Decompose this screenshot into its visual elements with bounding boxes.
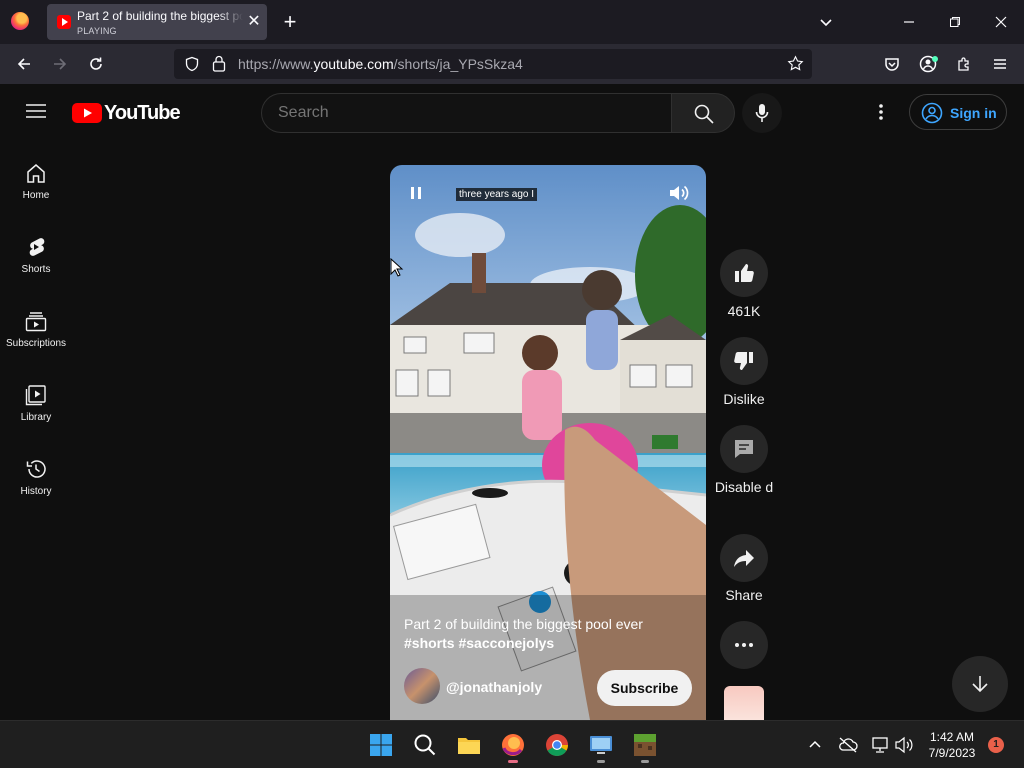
- microphone-icon: [755, 104, 769, 122]
- dislike-button[interactable]: [720, 337, 768, 385]
- network-icon[interactable]: [870, 736, 890, 754]
- channel-name[interactable]: @jonathanjoly: [446, 679, 542, 695]
- forward-icon[interactable]: [44, 48, 76, 80]
- share-label: Share: [725, 587, 763, 603]
- sidebar-item-label: Shorts: [21, 264, 51, 275]
- pocket-icon[interactable]: [876, 48, 908, 80]
- lock-icon[interactable]: [212, 55, 226, 72]
- firefox-icon[interactable]: [500, 732, 526, 763]
- sidebar-item-shorts[interactable]: Shorts: [0, 222, 72, 296]
- tab-title: Part 2 of building the biggest pool ever: [77, 9, 243, 23]
- more-actions-button[interactable]: [720, 621, 768, 669]
- next-video-button[interactable]: [952, 656, 1008, 712]
- firefox-menu-icon[interactable]: [11, 12, 29, 30]
- subscribe-button[interactable]: Subscribe: [597, 670, 692, 706]
- search-input[interactable]: [278, 104, 658, 122]
- sign-in-label: Sign in: [950, 105, 997, 121]
- sidebar-item-home[interactable]: Home: [0, 148, 72, 222]
- app-menu-icon[interactable]: [984, 48, 1016, 80]
- minimize-window-icon[interactable]: [893, 6, 925, 38]
- close-window-icon[interactable]: [985, 6, 1017, 38]
- chrome-icon[interactable]: [544, 732, 570, 758]
- more-horizontal-icon: [735, 643, 753, 647]
- home-icon: [27, 164, 45, 183]
- browser-tab[interactable]: Part 2 of building the biggest pool ever…: [47, 4, 267, 40]
- search-icon: [694, 104, 714, 124]
- tracking-protection-shield-icon[interactable]: [184, 56, 200, 72]
- youtube-header: YouTube Sign in: [0, 84, 1024, 140]
- subscriptions-icon: [25, 312, 47, 332]
- settings-more-icon[interactable]: [878, 103, 884, 121]
- address-bar[interactable]: https://www.youtube.com/shorts/ja_YPsSkz…: [174, 49, 812, 79]
- comment-icon: [735, 440, 753, 458]
- caption-text: three years ago I: [456, 188, 538, 201]
- sidebar-item-label: Subscriptions: [5, 338, 67, 349]
- tab-playing-status: PLAYING: [77, 26, 117, 36]
- dislike-label: Dislike: [723, 391, 765, 407]
- new-tab-icon[interactable]: +: [274, 6, 306, 38]
- youtube-logo[interactable]: YouTube: [72, 102, 181, 124]
- back-icon[interactable]: [8, 48, 40, 80]
- clock-time[interactable]: 1:42 AM: [920, 730, 984, 744]
- shorts-video-player[interactable]: three years ago I Part 2 of building the…: [390, 165, 706, 720]
- url-text[interactable]: https://www.youtube.com/shorts/ja_YPsSkz…: [238, 56, 523, 72]
- windows-taskbar: 1:42 AM 7/9/2023 1: [0, 720, 1024, 768]
- sidebar-item-library[interactable]: Library: [0, 370, 72, 444]
- avatar[interactable]: [404, 668, 440, 704]
- windows-start-icon[interactable]: [368, 732, 394, 758]
- comments-label: Disable d: [714, 479, 774, 495]
- extensions-icon[interactable]: [948, 48, 980, 80]
- account-icon[interactable]: [912, 48, 944, 80]
- clock-date[interactable]: 7/9/2023: [920, 746, 984, 760]
- search-box[interactable]: [261, 93, 671, 133]
- history-icon: [26, 460, 46, 478]
- browser-tab-strip: Part 2 of building the biggest pool ever…: [0, 0, 1024, 44]
- sign-in-button[interactable]: Sign in: [909, 94, 1007, 130]
- bookmark-star-icon[interactable]: [787, 55, 804, 72]
- thumbs-down-icon: [734, 352, 753, 370]
- sidebar-item-label: Library: [20, 412, 52, 423]
- youtube-play-logo-icon: [72, 103, 102, 123]
- shorts-icon: [29, 238, 45, 256]
- restore-window-icon[interactable]: [939, 6, 971, 38]
- voice-search-button[interactable]: [742, 93, 782, 133]
- library-icon: [25, 385, 46, 406]
- reload-icon[interactable]: [80, 48, 112, 80]
- search-icon[interactable]: [412, 732, 438, 758]
- sidebar-item-subscriptions[interactable]: Subscriptions: [0, 296, 72, 370]
- account-circle-icon: [921, 102, 943, 124]
- close-tab-icon[interactable]: ✕: [244, 12, 264, 32]
- speaker-icon[interactable]: [894, 736, 914, 754]
- search-button[interactable]: [671, 93, 735, 133]
- chevron-up-icon[interactable]: [808, 738, 822, 752]
- sidebar-item-label: Home: [22, 190, 50, 201]
- file-explorer-icon[interactable]: [456, 732, 482, 758]
- sidebar-item-history[interactable]: History: [0, 444, 72, 518]
- arrow-down-icon: [972, 676, 988, 693]
- like-button[interactable]: [720, 249, 768, 297]
- youtube-logo-text: YouTube: [104, 102, 181, 124]
- hamburger-menu-icon[interactable]: [26, 103, 46, 119]
- thumbs-up-icon: [735, 264, 754, 282]
- youtube-favicon-icon: [57, 15, 71, 29]
- desktop-app-icon[interactable]: [588, 732, 614, 763]
- volume-icon[interactable]: [668, 183, 690, 203]
- sidebar-item-label: History: [20, 486, 52, 497]
- share-button[interactable]: [720, 534, 768, 582]
- comments-button[interactable]: [720, 425, 768, 473]
- browser-nav-bar: https://www.youtube.com/shorts/ja_YPsSkz…: [0, 44, 1024, 84]
- share-arrow-icon: [734, 550, 754, 567]
- minecraft-icon[interactable]: [632, 732, 658, 763]
- sound-thumbnail[interactable]: [724, 686, 764, 720]
- onedrive-offline-icon[interactable]: [838, 736, 858, 754]
- mouse-cursor-icon: [390, 258, 404, 277]
- video-title[interactable]: Part 2 of building the biggest pool ever: [404, 613, 694, 635]
- video-hashtags[interactable]: #shorts #sacconejolys: [404, 635, 554, 651]
- list-tabs-icon[interactable]: [810, 6, 842, 38]
- like-count: 461K: [727, 303, 761, 319]
- account-badge-icon: [932, 56, 938, 62]
- pause-icon[interactable]: [408, 185, 424, 201]
- notification-badge[interactable]: 1: [988, 737, 1004, 753]
